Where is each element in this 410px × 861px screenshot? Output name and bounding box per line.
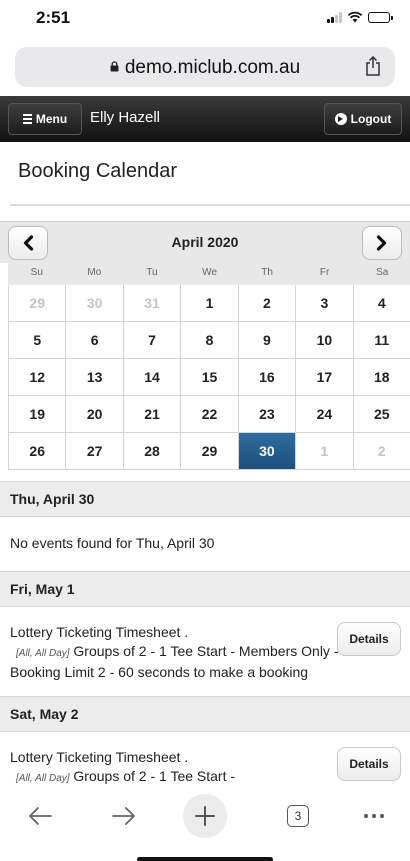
- weekday-label: Su: [30, 267, 43, 278]
- app-header: Menu Elly Hazell Logout: [0, 96, 410, 142]
- calendar-day[interactable]: 16: [238, 359, 297, 396]
- menu-button[interactable]: Menu: [8, 103, 82, 135]
- calendar-day-outside[interactable]: 29: [9, 285, 67, 322]
- calendar-day[interactable]: 22: [181, 396, 239, 433]
- calendar-day[interactable]: 17: [296, 359, 354, 396]
- url-text: demo.miclub.com.au: [124, 57, 301, 78]
- day-heading: Fri, May 1: [0, 571, 410, 607]
- title-divider: [10, 204, 410, 206]
- battery-icon: [368, 11, 393, 23]
- calendar-day[interactable]: 18: [353, 359, 410, 396]
- calendar-day[interactable]: 23: [238, 396, 297, 433]
- calendar-header: April 2020: [0, 221, 410, 263]
- calendar-day[interactable]: 12: [9, 359, 67, 396]
- calendar-day[interactable]: 19: [9, 396, 67, 433]
- weekday-label: Mo: [87, 267, 102, 278]
- event-tag: [All, All Day]: [16, 773, 70, 784]
- share-icon[interactable]: [365, 56, 381, 76]
- details-button[interactable]: Details: [337, 622, 401, 656]
- calendar-day[interactable]: 25: [353, 396, 410, 433]
- calendar-day-outside[interactable]: 30: [66, 285, 124, 322]
- calendar-day[interactable]: 6: [66, 322, 124, 359]
- calendar-day[interactable]: 29: [181, 433, 239, 470]
- calendar-day[interactable]: 24: [296, 396, 354, 433]
- weekday-row: Su Mo Tu We Th Fr Sa: [8, 263, 410, 285]
- status-bar: 2:51: [0, 0, 410, 36]
- home-indicator: [137, 857, 273, 861]
- calendar-day-outside[interactable]: 31: [123, 285, 182, 322]
- month-label: April 2020: [171, 234, 239, 250]
- weekday-label: Sa: [376, 267, 389, 278]
- calendar-day[interactable]: 9: [238, 322, 297, 359]
- calendar-day[interactable]: 2: [238, 285, 297, 322]
- tabs-button[interactable]: 3: [284, 800, 312, 832]
- event-item: Lottery Ticketing Timesheet . [All, All …: [0, 607, 410, 696]
- page-title: Booking Calendar: [18, 160, 177, 182]
- plus-icon: [195, 806, 215, 826]
- day-heading: Thu, April 30: [0, 481, 410, 517]
- tabs-icon: 3: [287, 805, 309, 827]
- forward-button[interactable]: [108, 800, 140, 832]
- no-events-message: No events found for Thu, April 30: [10, 535, 215, 551]
- calendar-day[interactable]: 10: [296, 322, 354, 359]
- calendar-day[interactable]: 3: [296, 285, 354, 322]
- logout-button[interactable]: Logout: [324, 103, 402, 135]
- event-item: Lottery Ticketing Timesheet . [All, All …: [0, 732, 410, 792]
- calendar-day-selected[interactable]: 30: [238, 433, 297, 470]
- more-icon: [364, 814, 384, 818]
- calendar-day-outside[interactable]: 2: [353, 433, 410, 470]
- new-tab-button[interactable]: [183, 794, 227, 838]
- day-heading: Sat, May 2: [0, 696, 410, 732]
- back-button[interactable]: [24, 800, 56, 832]
- menu-label: Menu: [35, 112, 68, 126]
- weekday-label: Fr: [319, 267, 330, 278]
- lock-icon: [110, 61, 119, 72]
- calendar-grid: 29 30 31 1 2 3 4 5 6 7 8 9 10 11 12 13 1…: [8, 285, 410, 470]
- url-display[interactable]: demo.miclub.com.au: [15, 57, 395, 79]
- back-icon: [29, 807, 52, 825]
- calendar-day[interactable]: 26: [9, 433, 67, 470]
- calendar-day[interactable]: 21: [123, 396, 182, 433]
- hamburger-icon: [22, 114, 32, 124]
- details-button[interactable]: Details: [337, 747, 401, 781]
- user-name: Elly Hazell: [90, 109, 161, 126]
- calendar-day[interactable]: 7: [123, 322, 182, 359]
- calendar-day[interactable]: 28: [123, 433, 182, 470]
- calendar-day[interactable]: 13: [66, 359, 124, 396]
- events-list: Thu, April 30 No events found for Thu, A…: [0, 481, 410, 792]
- weekday-label: Tu: [146, 267, 158, 278]
- calendar-day[interactable]: 20: [66, 396, 124, 433]
- calendar-day[interactable]: 15: [181, 359, 239, 396]
- calendar-day[interactable]: 4: [353, 285, 410, 322]
- calendar-day[interactable]: 11: [353, 322, 410, 359]
- status-time: 2:51: [36, 8, 71, 27]
- wifi-icon: [347, 11, 363, 23]
- browser-toolbar: 3: [0, 790, 410, 861]
- weekday-label: We: [202, 267, 217, 278]
- logout-icon: [334, 113, 347, 125]
- signal-icon: [327, 11, 342, 23]
- more-button[interactable]: [358, 800, 390, 832]
- event-tag: [All, All Day]: [16, 648, 70, 659]
- calendar-day[interactable]: 8: [181, 322, 239, 359]
- chevron-right-icon: [376, 235, 387, 251]
- calendar-day[interactable]: 27: [66, 433, 124, 470]
- next-month-button[interactable]: [362, 226, 402, 260]
- forward-icon: [112, 807, 135, 825]
- calendar-day-outside[interactable]: 1: [296, 433, 354, 470]
- logout-label: Logout: [350, 112, 392, 126]
- calendar-day[interactable]: 1: [181, 285, 239, 322]
- address-bar[interactable]: demo.miclub.com.au: [15, 47, 395, 87]
- status-icons: [327, 11, 393, 23]
- weekday-label: Th: [261, 267, 273, 278]
- calendar-day[interactable]: 5: [9, 322, 67, 359]
- calendar-day[interactable]: 14: [123, 359, 182, 396]
- event-description: Groups of 2 - 1 Tee Start -: [73, 768, 236, 784]
